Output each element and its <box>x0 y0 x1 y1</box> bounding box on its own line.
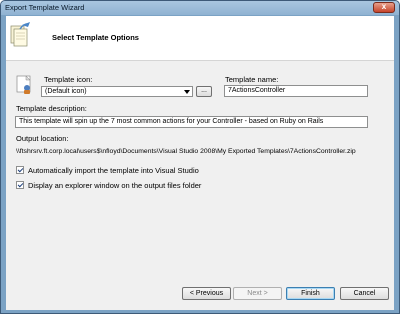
auto-import-label: Automatically import the template into V… <box>28 166 199 175</box>
close-button[interactable]: x <box>373 2 395 13</box>
finish-button[interactable]: Finish <box>286 287 335 300</box>
template-description-label: Template description: <box>16 104 87 113</box>
template-icon-label: Template icon: <box>44 75 93 84</box>
template-name-input[interactable]: 7ActionsController <box>224 85 368 97</box>
display-explorer-label: Display an explorer window on the output… <box>28 181 202 190</box>
template-description-input[interactable]: This template will spin up the 7 most co… <box>15 116 368 128</box>
header-title: Select Template Options <box>52 33 139 42</box>
output-location-value: \\ftshrsrv.ft.corp.local\users$\nfloyd\D… <box>16 148 356 155</box>
close-icon: x <box>381 2 387 11</box>
auto-import-checkbox[interactable] <box>16 166 24 174</box>
window-title: Export Template Wizard <box>5 3 85 12</box>
options-panel: Template icon: (Default icon) ... Templa… <box>6 62 394 285</box>
output-location-label: Output location: <box>16 134 69 143</box>
chevron-down-icon[interactable] <box>184 90 190 94</box>
browse-icon-button[interactable]: ... <box>196 86 212 97</box>
wizard-header: Select Template Options <box>6 16 394 61</box>
dialog-client-area: Select Template Options Template icon: (… <box>6 16 394 310</box>
template-name-label: Template name: <box>225 75 279 84</box>
template-icon-select[interactable]: (Default icon) <box>41 86 193 97</box>
previous-button[interactable]: < Previous <box>182 287 231 300</box>
wizard-export-icon <box>10 22 30 47</box>
next-button[interactable]: Next > <box>233 287 282 300</box>
template-icon-preview <box>16 75 31 94</box>
display-explorer-checkbox[interactable] <box>16 181 24 189</box>
template-icon-value: (Default icon) <box>45 88 87 95</box>
template-description-value: This template will spin up the 7 most co… <box>19 118 324 125</box>
cancel-button[interactable]: Cancel <box>340 287 389 300</box>
title-bar[interactable]: Export Template Wizard x <box>1 1 399 15</box>
template-name-value: 7ActionsController <box>228 87 286 94</box>
export-template-wizard-window: Export Template Wizard x Select Template… <box>0 0 400 314</box>
